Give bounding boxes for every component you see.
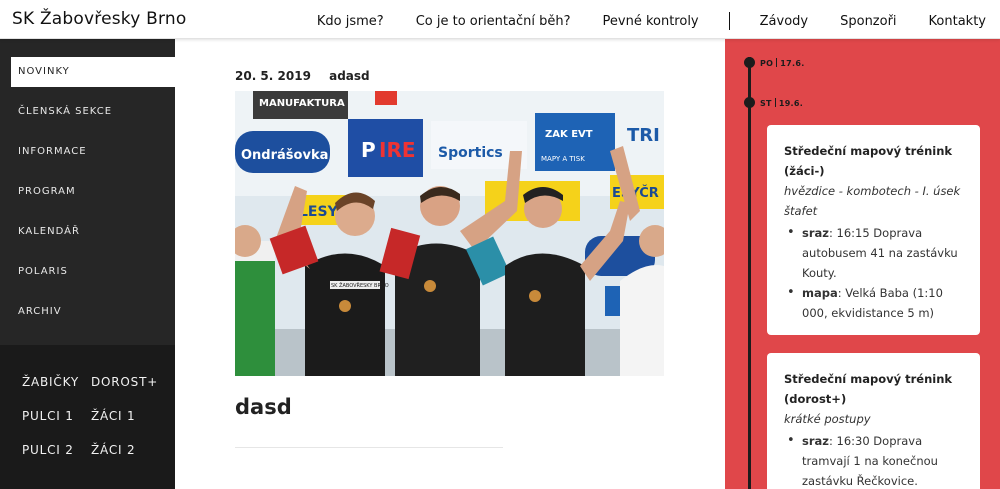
- nav-link-sponzori[interactable]: Sponzoři: [840, 14, 896, 29]
- timeline-day-label: PO 17.6.: [760, 58, 805, 68]
- timeline-line: [748, 57, 751, 489]
- top-navbar: SK Žabovřesky Brno Kdo jsme? Co je to or…: [0, 0, 1000, 39]
- timeline-dot: [744, 57, 755, 68]
- group-link-zabicky[interactable]: ŽABIČKY: [22, 375, 79, 389]
- event-detail-item: sraz: 16:15 Doprava autobusem 41 na zast…: [784, 223, 964, 283]
- jersey-club-name: SK ŽABOVŘESKY BRNO: [331, 281, 389, 289]
- sidebar: NOVINKY ČLENSKÁ SEKCE INFORMACE PROGRAM …: [0, 39, 175, 489]
- nav-link-orientacni-beh[interactable]: Co je to orientační běh?: [416, 14, 571, 29]
- timeline-day-date: 19.6.: [778, 99, 804, 108]
- timeline-dot: [744, 97, 755, 108]
- group-links: ŽABIČKY DOROST+ PULCI 1 ŽÁCI 1 PULCI 2 Ž…: [0, 345, 175, 489]
- banner-mapy-tisk: MAPY A TISK: [541, 155, 585, 163]
- post-photo[interactable]: MANUFAKTURA Ondrášovka P IRE Sportics ZA…: [235, 91, 664, 376]
- timeline-day-date: 17.6.: [780, 59, 805, 68]
- event-detail-key: sraz: [802, 434, 829, 448]
- sidebar-item-archiv[interactable]: ARCHIV: [0, 297, 175, 327]
- event-detail-key: mapa: [802, 286, 838, 300]
- banner-manufaktura: MANUFAKTURA: [259, 98, 345, 109]
- event-subtitle: hvězdice - kombotech - I. úsek štafet: [784, 184, 961, 218]
- post-divider: [235, 447, 503, 448]
- post-date: 20. 5. 2019: [235, 69, 311, 83]
- event-title: Středeční mapový trénink (žáci-): [784, 144, 953, 178]
- banner-sportics: Sportics: [438, 145, 503, 161]
- event-card[interactable]: Středeční mapový trénink (dorost+) krátk…: [767, 353, 980, 489]
- event-detail-item: mapa: Velká Baba (1:10 000, ekvidistance…: [784, 283, 964, 323]
- event-card[interactable]: Středeční mapový trénink (žáci-) hvězdic…: [767, 125, 980, 335]
- event-details: sraz: 16:30 Doprava tramvají 1 na konečn…: [784, 431, 964, 489]
- main-nav: Kdo jsme? Co je to orientační běh? Pevné…: [285, 12, 986, 30]
- post-title[interactable]: dasd: [235, 395, 292, 419]
- site-title[interactable]: SK Žabovřesky Brno: [12, 9, 186, 29]
- nav-link-pevne-kontroly[interactable]: Pevné kontroly: [603, 14, 699, 29]
- sidebar-item-program[interactable]: PROGRAM: [0, 177, 175, 207]
- event-details: sraz: 16:15 Doprava autobusem 41 na zast…: [784, 223, 964, 323]
- event-title: Středeční mapový trénink (dorost+): [784, 372, 953, 406]
- banner-ondrasovka: Ondrášovka: [241, 148, 328, 163]
- sidebar-item-polaris[interactable]: POLARIS: [0, 257, 175, 287]
- event-detail-key: sraz: [802, 226, 829, 240]
- timeline-day-name: PO: [760, 59, 774, 68]
- timeline-panel: PO 17.6. ST 19.6. Středeční mapový trénink…: [725, 39, 1000, 489]
- nav-link-zavody[interactable]: Závody: [760, 14, 808, 29]
- banner-zak-evt: ZAK EVT: [545, 129, 593, 140]
- svg-text:P: P: [361, 138, 376, 162]
- sidebar-item-kalendar[interactable]: KALENDÁŘ: [0, 217, 175, 247]
- sidebar-item-novinky[interactable]: NOVINKY: [11, 57, 175, 87]
- sidebar-menu: NOVINKY ČLENSKÁ SEKCE INFORMACE PROGRAM …: [0, 57, 175, 337]
- main-content: 20. 5. 2019 adasd MANUFAKTURA Ondrášovka…: [175, 39, 725, 489]
- sidebar-item-informace[interactable]: INFORMACE: [0, 137, 175, 167]
- group-link-dorost[interactable]: DOROST+: [91, 375, 158, 389]
- nav-link-kontakty[interactable]: Kontakty: [929, 14, 986, 29]
- post-author[interactable]: adasd: [329, 69, 370, 83]
- group-link-pulci-1[interactable]: PULCI 1: [22, 409, 74, 423]
- banner-tri: TRI: [627, 125, 660, 146]
- event-detail-item: sraz: 16:30 Doprava tramvají 1 na konečn…: [784, 431, 964, 489]
- group-link-pulci-2[interactable]: PULCI 2: [22, 443, 74, 457]
- event-subtitle: krátké postupy: [784, 412, 871, 426]
- timeline-day-name: ST: [760, 99, 772, 108]
- timeline-day-label: ST 19.6.: [760, 98, 803, 108]
- svg-text:IRE: IRE: [379, 138, 416, 162]
- sidebar-item-clenska-sekce[interactable]: ČLENSKÁ SEKCE: [0, 97, 175, 127]
- nav-link-kdo-jsme[interactable]: Kdo jsme?: [317, 14, 384, 29]
- nav-separator: [728, 12, 730, 30]
- group-link-zaci-2[interactable]: ŽÁCI 2: [91, 443, 135, 457]
- group-link-zaci-1[interactable]: ŽÁCI 1: [91, 409, 135, 423]
- post-meta: 20. 5. 2019 adasd: [235, 69, 370, 83]
